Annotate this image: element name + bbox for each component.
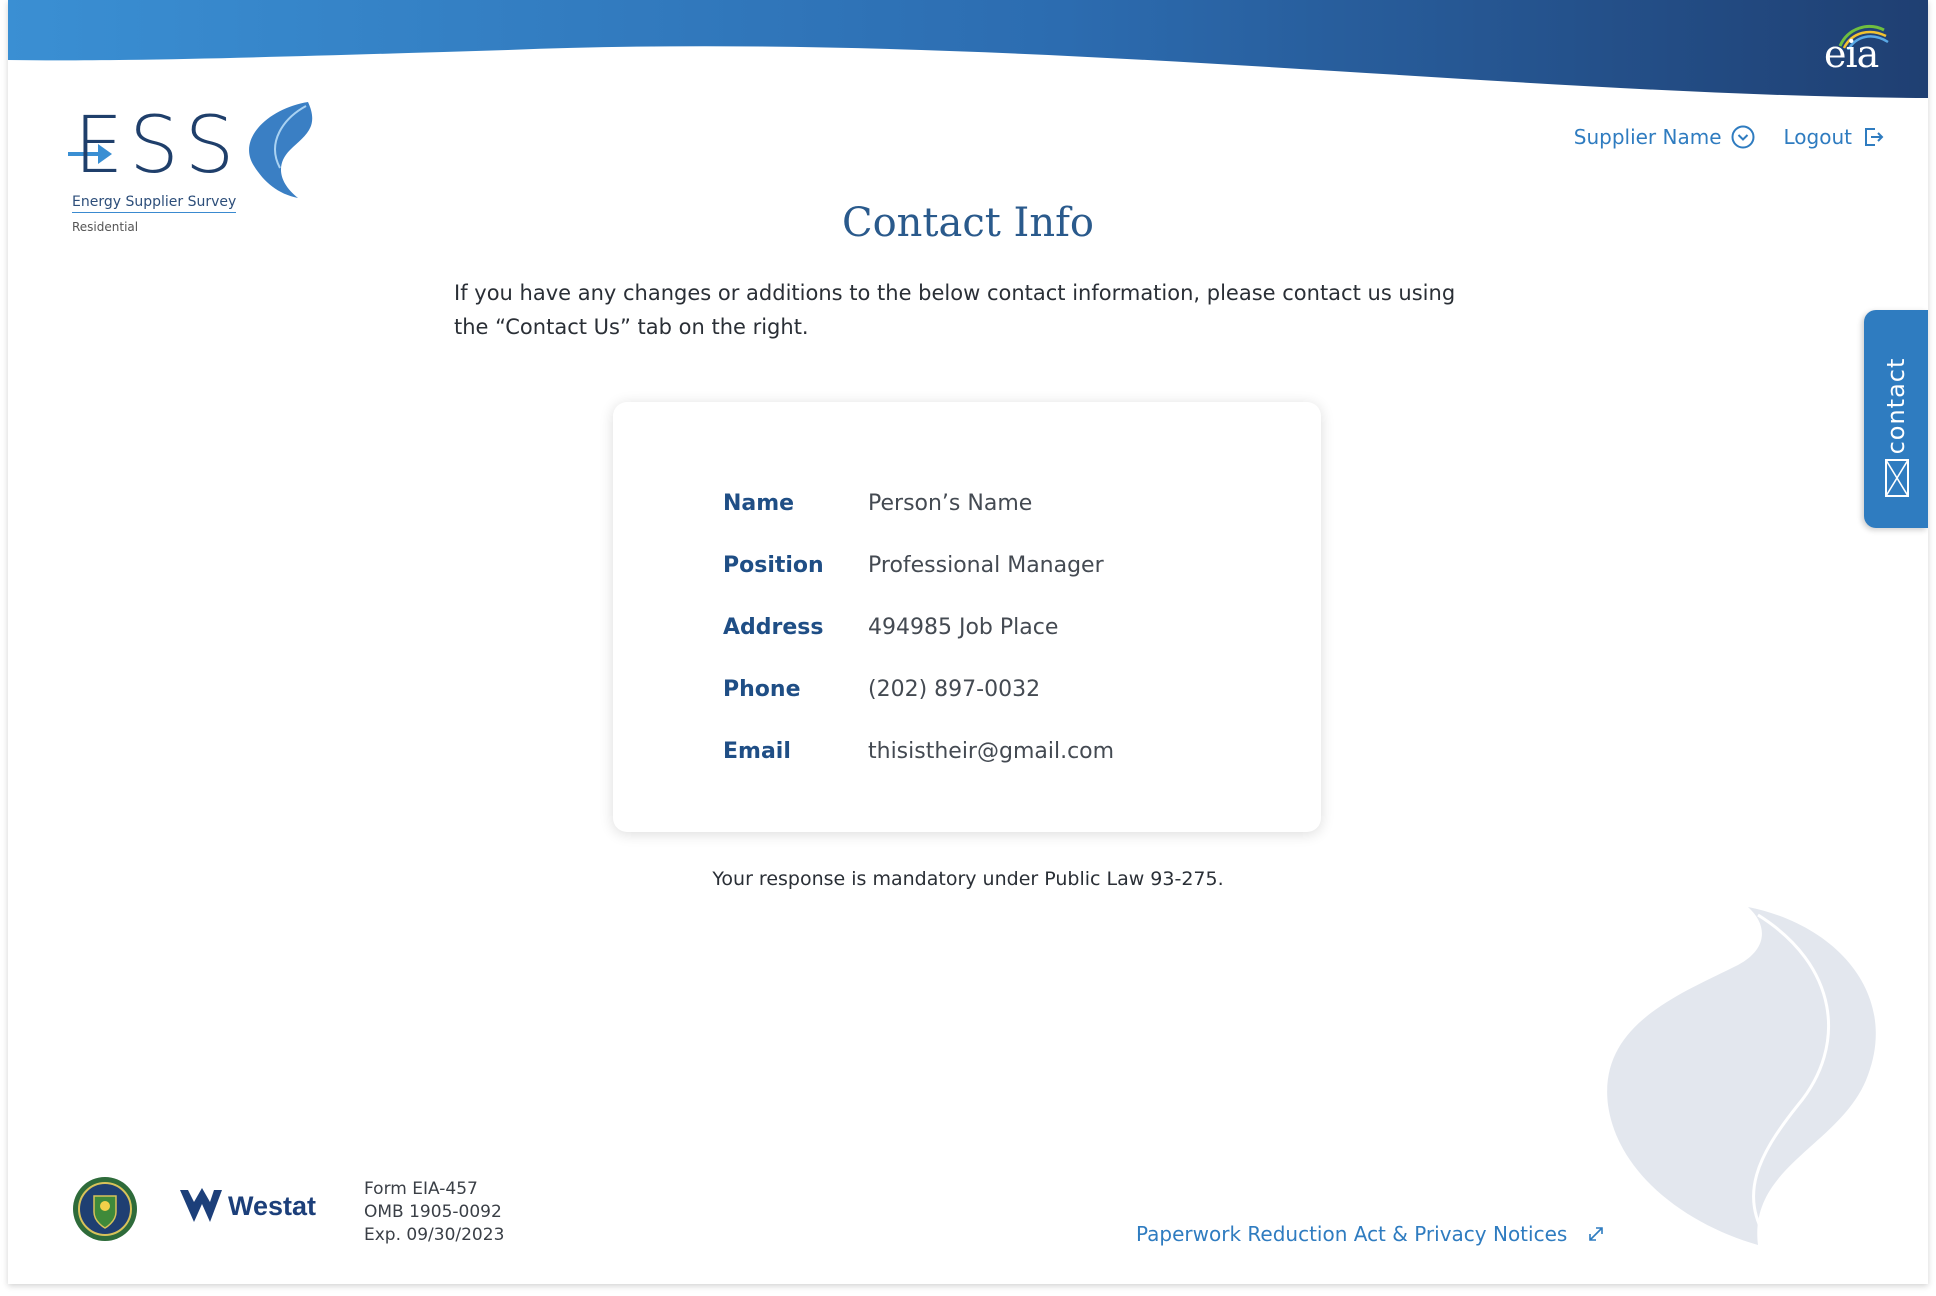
- field-label: Name: [723, 490, 795, 516]
- contact-tab-label: contact: [1882, 357, 1910, 455]
- form-metadata: Form EIA-457 OMB 1905-0092 Exp. 09/30/20…: [364, 1178, 504, 1247]
- eia-logo[interactable]: eia: [1818, 20, 1890, 76]
- field-label: Email: [723, 738, 791, 764]
- ess-wordmark: ESS: [74, 101, 241, 191]
- field-value: thisistheir@gmail.com: [868, 738, 1115, 764]
- contact-row-name: Name Person’s Name: [723, 472, 1114, 534]
- field-value: Person’s Name: [868, 490, 1033, 516]
- field-value: Professional Manager: [868, 552, 1104, 578]
- contact-card: Name Person’s Name Position Professional…: [613, 402, 1321, 832]
- contact-row-email: Email thisistheir@gmail.com: [723, 720, 1114, 782]
- top-nav: Supplier Name Logout: [1574, 124, 1886, 150]
- contact-rows: Name Person’s Name Position Professional…: [723, 472, 1114, 782]
- westat-logo: Westat: [180, 1188, 316, 1224]
- logout-icon: [1865, 128, 1884, 146]
- chevron-down-circle-icon: [1731, 125, 1755, 149]
- omb-number: OMB 1905-0092: [364, 1202, 502, 1222]
- form-number: Form EIA-457: [364, 1179, 478, 1199]
- field-label: Phone: [723, 676, 801, 702]
- contact-row-address: Address 494985 Job Place: [723, 596, 1114, 658]
- logout-button[interactable]: Logout: [1784, 124, 1886, 150]
- paperwork-privacy-link[interactable]: Paperwork Reduction Act & Privacy Notice…: [1136, 1222, 1605, 1246]
- page-title: Contact Info: [841, 200, 1094, 246]
- paperwork-link-label: Paperwork Reduction Act & Privacy Notice…: [1136, 1222, 1568, 1246]
- logout-label: Logout: [1783, 125, 1852, 149]
- mail-icon: [1885, 459, 1909, 497]
- header-banner: [8, 0, 1928, 98]
- supplier-menu[interactable]: Supplier Name: [1574, 124, 1756, 150]
- mandatory-notice: Your response is mandatory under Public …: [712, 868, 1224, 890]
- field-value: 494985 Job Place: [868, 614, 1059, 640]
- expiration-date: Exp. 09/30/2023: [364, 1225, 505, 1245]
- contact-row-phone: Phone (202) 897-0032: [723, 658, 1114, 720]
- field-value: (202) 897-0032: [868, 676, 1041, 702]
- field-label: Position: [723, 552, 824, 578]
- intro-text: If you have any changes or additions to …: [454, 281, 1456, 339]
- supplier-name-label: Supplier Name: [1573, 125, 1722, 149]
- westat-mark-icon: [180, 1188, 222, 1222]
- contact-us-tab[interactable]: contact: [1864, 310, 1928, 528]
- flame-watermark-icon: [1607, 907, 1876, 1245]
- field-label: Address: [723, 614, 824, 640]
- app-window: eia ESS Energy Supplier Survey Residenti…: [8, 0, 1928, 1284]
- doe-seal-icon: [73, 1177, 137, 1241]
- eia-wordmark: eia: [1824, 32, 1879, 76]
- westat-wordmark: Westat: [228, 1190, 317, 1221]
- contact-row-position: Position Professional Manager: [723, 534, 1114, 596]
- external-link-icon: [1589, 1227, 1604, 1241]
